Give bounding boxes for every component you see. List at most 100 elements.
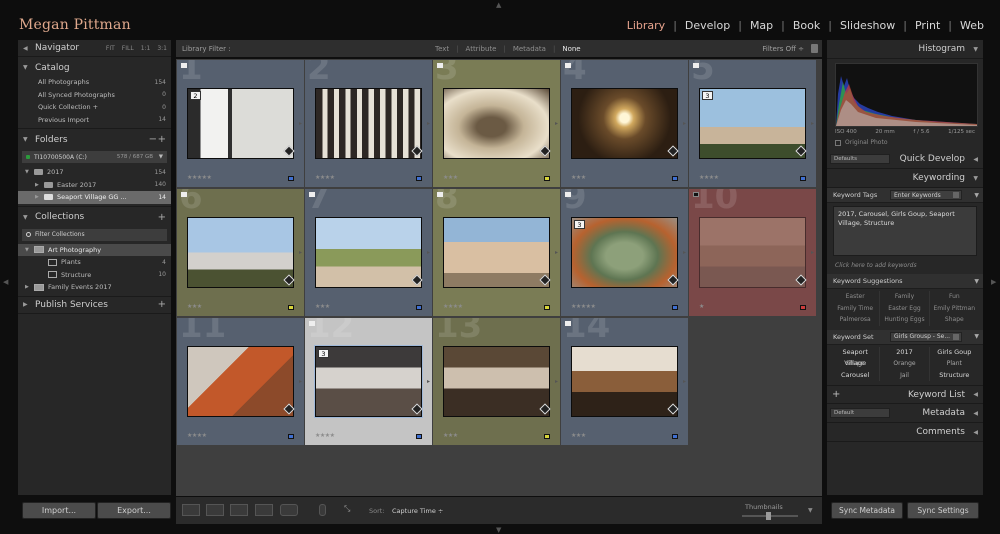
star-rating[interactable]: ★★★★★ <box>187 174 212 181</box>
rotate-arrow-icon[interactable]: ▸ <box>683 249 686 256</box>
photo-thumbnail[interactable] <box>443 217 550 288</box>
minus-icon[interactable]: − <box>149 134 157 145</box>
sync-settings-button[interactable]: Sync Settings <box>907 502 979 519</box>
sort-dropdown[interactable]: Capture Time ÷ <box>392 507 443 515</box>
collections-header[interactable]: ▼ Collections + <box>18 209 171 226</box>
add-keywords-field[interactable]: Click here to add keywords <box>827 259 983 271</box>
star-rating[interactable]: ★★★★ <box>443 303 463 310</box>
photo-thumbnail[interactable] <box>571 88 678 159</box>
catalog-item[interactable]: Quick Collection + 0 <box>18 101 171 114</box>
zoom-3-1[interactable]: 3:1 <box>157 45 167 52</box>
loupe-view-icon[interactable] <box>206 504 224 516</box>
grid-cell[interactable]: 13 ★★★ ▸ <box>433 318 560 445</box>
module-web[interactable]: Web <box>952 19 992 32</box>
panel-collapse-top-icon[interactable]: ▲ <box>496 1 501 9</box>
stack-count-badge[interactable]: 3 <box>318 349 329 358</box>
grid-cell[interactable]: 6 ★★★ ▸ <box>177 189 304 316</box>
filter-preset-dropdown[interactable]: Filters Off ÷ <box>762 45 804 53</box>
star-rating[interactable]: ★★★ <box>443 174 458 181</box>
keyword-set-dropdown[interactable]: Girls Grousp - Se... <box>890 331 962 342</box>
star-rating[interactable]: ★★★ <box>571 174 586 181</box>
rotate-arrow-icon[interactable]: ▸ <box>427 120 430 127</box>
keyword-suggestions-row[interactable]: Keyword Suggestions ▼ <box>827 274 983 289</box>
survey-view-icon[interactable] <box>255 504 273 516</box>
folder-item-easter[interactable]: ▶ Easter 2017 140 <box>18 179 171 192</box>
flag-icon[interactable] <box>693 63 699 68</box>
collection-set-family-events[interactable]: ▶ Family Events 2017 <box>18 281 171 294</box>
color-label-icon[interactable] <box>672 176 678 181</box>
filter-option-metadata[interactable]: Metadata <box>506 45 553 53</box>
star-rating[interactable]: ★★★ <box>187 303 202 310</box>
keyword-set-item[interactable]: Seaport Village <box>831 346 881 367</box>
collection-set-art-photography[interactable]: ▼ Art Photography <box>18 243 171 256</box>
panel-collapse-right-icon[interactable]: ▶ <box>991 278 996 286</box>
keyword-suggestion[interactable]: Hunting Eggs <box>880 314 930 326</box>
keyword-suggestion[interactable]: Palmerosa <box>831 314 881 326</box>
volume-bar[interactable]: TI10700500A (C:) 578 / 687 GB ▼ <box>22 151 167 163</box>
color-label-icon[interactable] <box>416 176 422 181</box>
keyword-suggestion[interactable]: Easter <box>831 291 881 303</box>
keyword-set-item[interactable]: Girls Goup <box>930 347 979 359</box>
panel-collapse-bottom-icon[interactable]: ▼ <box>496 526 501 534</box>
stack-count-badge[interactable]: 2 <box>190 91 201 100</box>
star-rating[interactable]: ★★★ <box>315 303 330 310</box>
keyword-suggestion[interactable]: Family Time <box>831 302 881 314</box>
color-label-icon[interactable] <box>288 176 294 181</box>
keyword-set-item[interactable]: Shape <box>831 358 881 370</box>
flag-icon[interactable] <box>309 192 315 197</box>
catalog-item[interactable]: Previous Import 14 <box>18 114 171 127</box>
panel-collapse-left-icon[interactable]: ◀ <box>3 278 8 286</box>
color-label-icon[interactable] <box>288 305 294 310</box>
stack-count-badge[interactable]: 3 <box>702 91 713 100</box>
grid-cell[interactable]: 12 3 ★★★★ ▸ <box>305 318 432 445</box>
zoom-fit[interactable]: FIT <box>106 45 115 52</box>
flag-icon[interactable] <box>181 63 187 68</box>
rotate-arrow-icon[interactable]: ▸ <box>555 249 558 256</box>
rotate-arrow-icon[interactable]: ▸ <box>299 249 302 256</box>
color-label-icon[interactable] <box>672 434 678 439</box>
keyword-suggestion[interactable]: Easter Egg <box>880 302 930 314</box>
keyword-set-item[interactable]: Plant <box>930 358 979 370</box>
flag-icon[interactable] <box>437 63 443 68</box>
publish-services-header[interactable]: ▶ Publish Services + <box>18 297 171 314</box>
star-rating[interactable]: ★★★★★ <box>571 303 596 310</box>
add-keyword-icon[interactable]: + <box>832 389 840 400</box>
quick-develop-header[interactable]: Defaults Quick Develop ◀ <box>827 150 983 169</box>
stack-count-badge[interactable]: 3 <box>574 220 585 229</box>
keyword-suggestion[interactable]: Fun <box>930 291 979 303</box>
grid-cell[interactable]: 3 ★★★ ▸ <box>433 60 560 187</box>
collection-item-structure[interactable]: Structure 10 <box>18 269 171 282</box>
import-button[interactable]: Import... <box>22 502 96 519</box>
folder-item-seaport[interactable]: ▶ Seaport Village GG ... 14 <box>18 191 171 204</box>
photo-thumbnail[interactable] <box>571 217 678 288</box>
photo-thumbnail[interactable] <box>314 345 423 418</box>
grid-view-icon[interactable] <box>182 504 200 516</box>
rotate-arrow-icon[interactable]: ▸ <box>427 249 430 256</box>
sort-direction-icon[interactable]: ⤡ <box>344 504 360 516</box>
flag-icon[interactable] <box>693 192 699 197</box>
compare-view-icon[interactable] <box>230 504 248 516</box>
folders-header[interactable]: ▼ Folders − + <box>18 131 171 148</box>
flag-icon[interactable] <box>437 192 443 197</box>
color-label-icon[interactable] <box>672 305 678 310</box>
rotate-arrow-icon[interactable]: ▸ <box>811 120 814 127</box>
keyword-suggestion[interactable]: Shape <box>930 314 979 326</box>
grid-cell[interactable]: 8 ★★★★ ▸ <box>433 189 560 316</box>
rotate-arrow-icon[interactable]: ▸ <box>299 378 302 385</box>
catalog-header[interactable]: ▼ Catalog <box>18 59 171 76</box>
filter-collections-field[interactable]: Filter Collections <box>22 228 167 241</box>
module-library[interactable]: Library <box>619 19 673 32</box>
keyword-set-item[interactable]: Jail <box>880 369 930 381</box>
module-map[interactable]: Map <box>742 19 781 32</box>
metadata-preset-dropdown[interactable]: Default <box>830 408 890 418</box>
star-rating[interactable]: ★★★★ <box>315 432 335 439</box>
grid-cell[interactable]: 9 3 ★★★★★ ▸ <box>561 189 688 316</box>
photo-thumbnail[interactable] <box>443 346 550 417</box>
spray-can-icon[interactable] <box>319 504 326 516</box>
photo-thumbnail[interactable] <box>187 217 294 288</box>
photo-thumbnail[interactable] <box>699 88 806 159</box>
module-slideshow[interactable]: Slideshow <box>832 19 903 32</box>
color-label-icon[interactable] <box>544 305 550 310</box>
filter-option-none[interactable]: None <box>555 45 587 53</box>
grid-cell[interactable]: 2 ★★★★ ▸ <box>305 60 432 187</box>
